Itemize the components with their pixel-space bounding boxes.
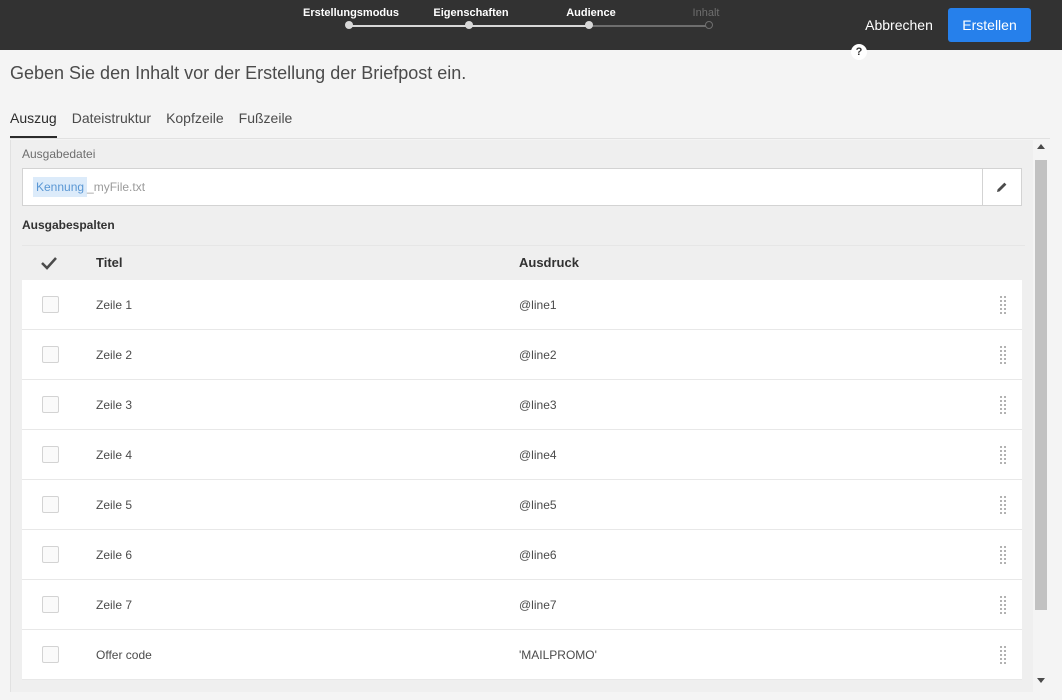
drag-handle-icon[interactable] [997, 545, 1009, 565]
drag-handle-icon[interactable] [997, 495, 1009, 515]
table-row[interactable]: Offer code 'MAILPROMO' [22, 630, 1022, 680]
row-expression: @line1 [519, 298, 557, 312]
output-file-label: Ausgabedatei [22, 147, 96, 161]
row-expression: @line4 [519, 448, 557, 462]
output-file-field[interactable]: Kennung _myFile.txt [22, 168, 983, 206]
column-header-title[interactable]: Titel [96, 255, 123, 270]
identifier-token[interactable]: Kennung [33, 177, 88, 197]
row-title: Offer code [96, 648, 152, 662]
cancel-button[interactable]: Abbrechen [857, 10, 941, 40]
row-expression: 'MAILPROMO' [519, 648, 597, 662]
row-title: Zeile 3 [96, 398, 133, 412]
row-title: Zeile 1 [96, 298, 133, 312]
output-columns-label: Ausgabespalten [22, 218, 115, 232]
row-title: Zeile 7 [96, 598, 133, 612]
tab-bar: Auszug Dateistruktur Kopfzeile Fußzeile [10, 108, 292, 138]
row-checkbox[interactable] [42, 546, 59, 563]
table-header: Titel Ausdruck [22, 246, 1022, 280]
scroll-down-arrow-icon[interactable] [1037, 678, 1045, 683]
table-row[interactable]: Zeile 2 @line2 [22, 330, 1022, 380]
drag-handle-icon[interactable] [997, 295, 1009, 315]
table-row[interactable]: Zeile 3 @line3 [22, 380, 1022, 430]
top-bar: Erstellungsmodus Eigenschaften Audience … [0, 0, 1062, 50]
table-row[interactable]: Zeile 1 @line1 [22, 280, 1022, 330]
row-checkbox[interactable] [42, 496, 59, 513]
row-expression: @line5 [519, 498, 557, 512]
tabs-divider [10, 138, 1050, 139]
column-list: Zeile 1 @line1 Zeile 2 @line2 Zeile 3 @l… [22, 280, 1022, 680]
drag-handle-icon[interactable] [997, 445, 1009, 465]
select-all-check-icon[interactable] [40, 254, 58, 272]
wizard-step-label: Audience [566, 7, 616, 19]
table-row[interactable]: Zeile 7 @line7 [22, 580, 1022, 630]
wizard-step-dot[interactable] [585, 21, 593, 29]
drag-handle-icon[interactable] [997, 345, 1009, 365]
wizard-step-label: Erstellungsmodus [303, 7, 399, 19]
row-title: Zeile 2 [96, 348, 133, 362]
wizard-step-dot[interactable] [345, 21, 353, 29]
wizard-step-label: Eigenschaften [433, 7, 509, 19]
vertical-scrollbar[interactable] [1033, 140, 1049, 692]
row-expression: @line6 [519, 548, 557, 562]
row-checkbox[interactable] [42, 596, 59, 613]
create-button[interactable]: Erstellen [948, 8, 1031, 42]
tab-kopfzeile[interactable]: Kopfzeile [166, 108, 224, 138]
tab-fusszeile[interactable]: Fußzeile [239, 108, 293, 138]
scroll-up-arrow-icon[interactable] [1037, 144, 1045, 149]
column-header-expression[interactable]: Ausdruck [519, 255, 579, 270]
drag-handle-icon[interactable] [997, 395, 1009, 415]
row-checkbox[interactable] [42, 346, 59, 363]
row-title: Zeile 6 [96, 548, 133, 562]
edit-filename-button[interactable] [982, 168, 1022, 206]
drag-handle-icon[interactable] [997, 595, 1009, 615]
page-title: Geben Sie den Inhalt vor der Erstellung … [10, 63, 467, 83]
row-expression: @line3 [519, 398, 557, 412]
filename-suffix: _myFile.txt [87, 180, 146, 194]
tab-auszug[interactable]: Auszug [10, 108, 57, 138]
drag-handle-icon[interactable] [997, 645, 1009, 665]
pencil-icon [997, 182, 1007, 192]
row-title: Zeile 5 [96, 498, 133, 512]
table-row[interactable]: Zeile 5 @line5 [22, 480, 1022, 530]
table-row[interactable]: Zeile 6 @line6 [22, 530, 1022, 580]
tab-dateistruktur[interactable]: Dateistruktur [72, 108, 151, 138]
wizard-line-remaining [589, 25, 709, 27]
row-checkbox[interactable] [42, 296, 59, 313]
help-icon[interactable]: ? [851, 44, 867, 60]
scroll-thumb[interactable] [1035, 160, 1047, 610]
row-checkbox[interactable] [42, 396, 59, 413]
row-checkbox[interactable] [42, 646, 59, 663]
content-panel: Ausgabedatei Kennung _myFile.txt Ausgabe… [10, 140, 1048, 692]
wizard-step-label: Inhalt [692, 7, 720, 19]
row-expression: @line7 [519, 598, 557, 612]
row-title: Zeile 4 [96, 448, 133, 462]
table-row[interactable]: Zeile 4 @line4 [22, 430, 1022, 480]
row-expression: @line2 [519, 348, 557, 362]
wizard-step-dot [705, 21, 713, 29]
wizard-step-dot[interactable] [465, 21, 473, 29]
row-checkbox[interactable] [42, 446, 59, 463]
